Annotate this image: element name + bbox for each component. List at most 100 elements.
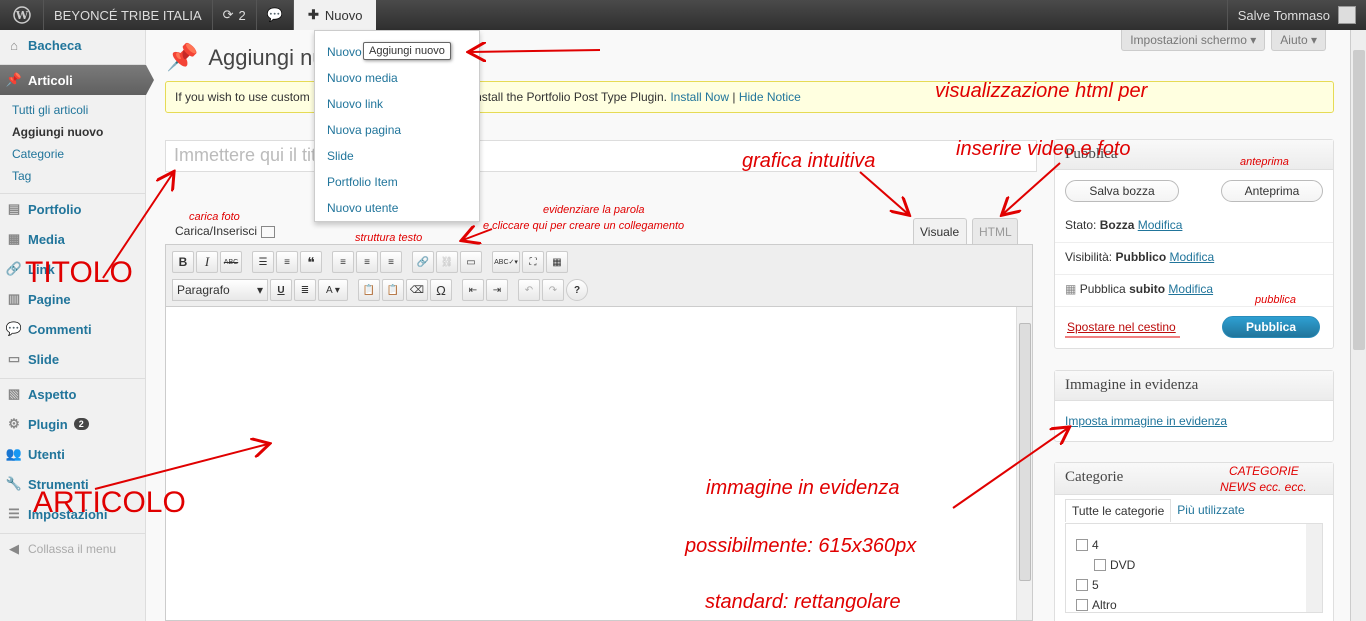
menu-comments[interactable]: 💬 Commenti bbox=[0, 314, 145, 344]
move-to-trash-link[interactable]: Spostare nel cestino bbox=[1067, 320, 1176, 334]
comment-icon: 💬 bbox=[5, 321, 23, 336]
post-editor[interactable]: B I ABC ☰ ≡ ❝ ≡ ≡ ≡ 🔗 ⛓ ▭ ABC✓▾ ⛶ ▦ Para… bbox=[165, 244, 1033, 621]
menu-media[interactable]: ▦ Media bbox=[0, 224, 145, 254]
checkbox[interactable] bbox=[1076, 579, 1088, 591]
menu-users[interactable]: 👥 Utenti bbox=[0, 439, 145, 469]
menu-portfolio[interactable]: ▤ Portfolio bbox=[0, 194, 145, 224]
account-menu[interactable]: Salve Tommaso bbox=[1226, 0, 1366, 30]
menu-slides[interactable]: ▭ Slide bbox=[0, 344, 145, 374]
checkbox[interactable] bbox=[1094, 559, 1106, 571]
blockquote-button[interactable]: ❝ bbox=[300, 251, 322, 273]
menu-item-portfolio[interactable]: Portfolio Item bbox=[315, 169, 479, 195]
menu-dashboard[interactable]: ⌂ Bacheca bbox=[0, 30, 145, 60]
category-item[interactable]: 4 bbox=[1076, 538, 1099, 552]
wordpress-logo-icon[interactable]: W bbox=[0, 0, 44, 30]
kitchen-sink-button[interactable]: ▦ bbox=[546, 251, 568, 273]
text-color-button[interactable]: A ▾ bbox=[318, 279, 348, 301]
publish-box: Pubblica Salva bozza Anteprima Stato: Bo… bbox=[1054, 139, 1334, 349]
special-char-button[interactable]: Ω bbox=[430, 279, 452, 301]
justify-button[interactable]: ≣ bbox=[294, 279, 316, 301]
upload-insert[interactable]: Carica/Inserisci bbox=[175, 224, 276, 238]
set-featured-image-link[interactable]: Imposta immagine in evidenza bbox=[1065, 414, 1227, 428]
menu-item-new-user[interactable]: Nuovo utente bbox=[315, 195, 479, 221]
spellcheck-button[interactable]: ABC✓▾ bbox=[492, 251, 520, 273]
status-edit-link[interactable]: Modifica bbox=[1138, 218, 1183, 232]
help-icon[interactable]: ? bbox=[566, 279, 588, 301]
numbered-list-button[interactable]: ≡ bbox=[276, 251, 298, 273]
collapse-menu-button[interactable]: ◀ Collassa il menu bbox=[0, 534, 145, 564]
annotation-text-structure: struttura testo bbox=[355, 232, 423, 244]
menu-label: Articoli bbox=[28, 72, 73, 88]
strikethrough-button[interactable]: ABC bbox=[220, 251, 242, 273]
updates-link[interactable]: ⟳ 2 bbox=[213, 0, 257, 30]
tools-icon: 🔧 bbox=[5, 476, 23, 491]
editor-scrollbar[interactable] bbox=[1016, 307, 1032, 620]
align-left-button[interactable]: ≡ bbox=[332, 251, 354, 273]
schedule-edit-link[interactable]: Modifica bbox=[1168, 282, 1213, 296]
collapse-arrow-icon: ◀ bbox=[9, 541, 19, 556]
category-item[interactable]: 5 bbox=[1076, 578, 1099, 592]
calendar-icon: ▦ bbox=[1065, 282, 1077, 296]
insert-link-icon[interactable]: 🔗 bbox=[412, 251, 434, 273]
unlink-icon[interactable]: ⛓ bbox=[436, 251, 458, 273]
pages-icon: ▥ bbox=[7, 291, 21, 306]
align-center-button[interactable]: ≡ bbox=[356, 251, 378, 273]
submenu-add-new[interactable]: Aggiungi nuovo bbox=[12, 121, 145, 143]
settings-icon: ☰ bbox=[8, 506, 20, 521]
bold-button[interactable]: B bbox=[172, 251, 194, 273]
hide-notice-link[interactable]: Hide Notice bbox=[739, 90, 801, 104]
menu-item-slide[interactable]: Slide bbox=[315, 143, 479, 169]
preview-button[interactable]: Anteprima bbox=[1221, 180, 1323, 202]
install-now-link[interactable]: Install Now bbox=[670, 90, 729, 104]
new-content-button[interactable]: ✚ Nuovo bbox=[293, 0, 377, 30]
category-item[interactable]: Altro bbox=[1076, 598, 1117, 612]
tab-all-categories[interactable]: Tutte le categorie bbox=[1065, 499, 1172, 522]
menu-appearance[interactable]: ▧ Aspetto bbox=[0, 379, 145, 409]
align-right-button[interactable]: ≡ bbox=[380, 251, 402, 273]
publish-button[interactable]: Pubblica bbox=[1222, 316, 1320, 338]
more-tag-button[interactable]: ▭ bbox=[460, 251, 482, 273]
menu-item-new-page[interactable]: Nuova pagina bbox=[315, 117, 479, 143]
notice-text: If you wish to use custom bbox=[175, 90, 310, 104]
menu-plugins[interactable]: ⚙ Plugin 2 bbox=[0, 409, 145, 439]
menu-item-new-link[interactable]: Nuovo link bbox=[315, 91, 479, 117]
tab-most-used[interactable]: Più utilizzate bbox=[1171, 499, 1250, 522]
submenu-categories[interactable]: Categorie bbox=[12, 143, 145, 165]
category-scrollbar[interactable] bbox=[1306, 524, 1322, 612]
redo-icon[interactable]: ↷ bbox=[542, 279, 564, 301]
tab-html[interactable]: HTML bbox=[972, 218, 1018, 244]
annotation-title: TITOLO bbox=[25, 256, 133, 289]
undo-icon[interactable]: ↶ bbox=[518, 279, 540, 301]
format-select[interactable]: Paragrafo ▾ bbox=[172, 279, 268, 301]
annotation-publish: pubblica bbox=[1255, 294, 1296, 306]
media-upload-icon[interactable] bbox=[261, 225, 276, 238]
fullscreen-button[interactable]: ⛶ bbox=[522, 251, 544, 273]
visibility-edit-link[interactable]: Modifica bbox=[1170, 250, 1215, 264]
bullet-list-button[interactable]: ☰ bbox=[252, 251, 274, 273]
paste-word-icon[interactable]: 📋 bbox=[382, 279, 404, 301]
checkbox[interactable] bbox=[1076, 539, 1088, 551]
italic-button[interactable]: I bbox=[196, 251, 218, 273]
checkbox[interactable] bbox=[1076, 599, 1088, 611]
screen-options-button[interactable]: Impostazioni schermo ▾ bbox=[1121, 30, 1266, 51]
menu-posts[interactable]: 📌 Articoli bbox=[0, 65, 154, 95]
annotation-standard: standard: rettangolare bbox=[705, 591, 901, 613]
outdent-button[interactable]: ⇤ bbox=[462, 279, 484, 301]
help-button[interactable]: Aiuto ▾ bbox=[1271, 30, 1326, 51]
submenu-tags[interactable]: Tag bbox=[12, 165, 145, 187]
clear-formatting-icon[interactable]: ⌫ bbox=[406, 279, 428, 301]
category-item[interactable]: DVD bbox=[1094, 558, 1135, 572]
comments-link[interactable]: 💬 bbox=[257, 0, 294, 30]
site-name-link[interactable]: BEYONCÉ TRIBE ITALIA bbox=[44, 0, 213, 30]
submenu-all-posts[interactable]: Tutti gli articoli bbox=[12, 99, 145, 121]
save-draft-button[interactable]: Salva bozza bbox=[1065, 180, 1179, 202]
menu-item-new-media[interactable]: Nuovo media bbox=[315, 65, 479, 91]
post-title-input[interactable]: Immettere qui il titolo bbox=[165, 140, 1037, 172]
paste-text-icon[interactable]: 📋 bbox=[358, 279, 380, 301]
window-scrollbar[interactable] bbox=[1350, 30, 1366, 621]
tab-visual[interactable]: Visuale bbox=[913, 218, 967, 244]
admin-sidebar: ⌂ Bacheca 📌 Articoli Tutti gli articoli Ag… bbox=[0, 30, 154, 621]
indent-button[interactable]: ⇥ bbox=[486, 279, 508, 301]
underline-button[interactable]: U bbox=[270, 279, 292, 301]
avatar bbox=[1338, 6, 1356, 24]
